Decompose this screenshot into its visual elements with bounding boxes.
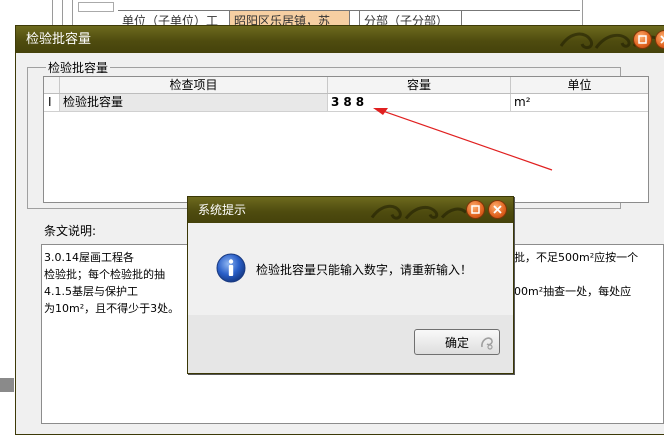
- grid-header-indicator: [44, 77, 60, 93]
- minimize-icon: [471, 205, 480, 214]
- capacity-dialog-title: 检验批容量: [26, 32, 92, 47]
- explain-line-right: [514, 266, 638, 283]
- message-dialog-title: 系统提示: [198, 203, 247, 217]
- message-text: 检验批容量只能输入数字，请重新输入！: [256, 263, 473, 277]
- close-icon: [660, 35, 664, 44]
- explain-label: 条文说明:: [44, 224, 97, 238]
- grid-header: 检查项目 容量 单位: [44, 77, 648, 94]
- message-minimize-button[interactable]: [466, 200, 485, 219]
- grid-header-unit[interactable]: 单位: [511, 77, 648, 93]
- background-input-box[interactable]: [78, 2, 114, 12]
- cell-capacity-input[interactable]: 388: [328, 94, 511, 111]
- cell-unit[interactable]: m²: [511, 94, 648, 111]
- cell-item[interactable]: 检验批容量: [60, 94, 328, 111]
- swirl-ornament-icon: [481, 337, 493, 350]
- explain-line-right: 00m²抽查一处，每处应: [514, 285, 632, 298]
- grid-header-item[interactable]: 检查项目: [60, 77, 328, 93]
- row-indicator: I: [44, 94, 60, 111]
- capacity-dialog-titlebar[interactable]: 检验批容量: [16, 26, 664, 53]
- close-icon: [493, 205, 502, 214]
- swirl-ornament-icon: [370, 204, 468, 220]
- message-close-button[interactable]: [488, 200, 507, 219]
- ok-button[interactable]: 确定: [414, 329, 500, 355]
- ok-button-label: 确定: [445, 336, 470, 350]
- info-icon: [216, 253, 246, 283]
- message-body: 检验批容量只能输入数字，请重新输入！ 确定: [188, 223, 513, 373]
- table-row[interactable]: I 检验批容量 388 m²: [44, 94, 648, 112]
- minimize-icon: [638, 35, 647, 44]
- message-dialog: 系统提示 检验批容量只能输入数字，请重新输入！ 确定: [187, 196, 514, 374]
- explain-line-right: 批，不足500m²应按一个: [514, 251, 639, 264]
- message-dialog-titlebar[interactable]: 系统提示: [188, 197, 513, 223]
- minimize-button[interactable]: [633, 30, 652, 49]
- grid-header-capacity[interactable]: 容量: [328, 77, 511, 93]
- capacity-grid: 检查项目 容量 单位 I 检验批容量 388 m²: [43, 76, 649, 203]
- capacity-group-title: 检验批容量: [46, 61, 111, 75]
- background-scroll-stub: [0, 378, 14, 392]
